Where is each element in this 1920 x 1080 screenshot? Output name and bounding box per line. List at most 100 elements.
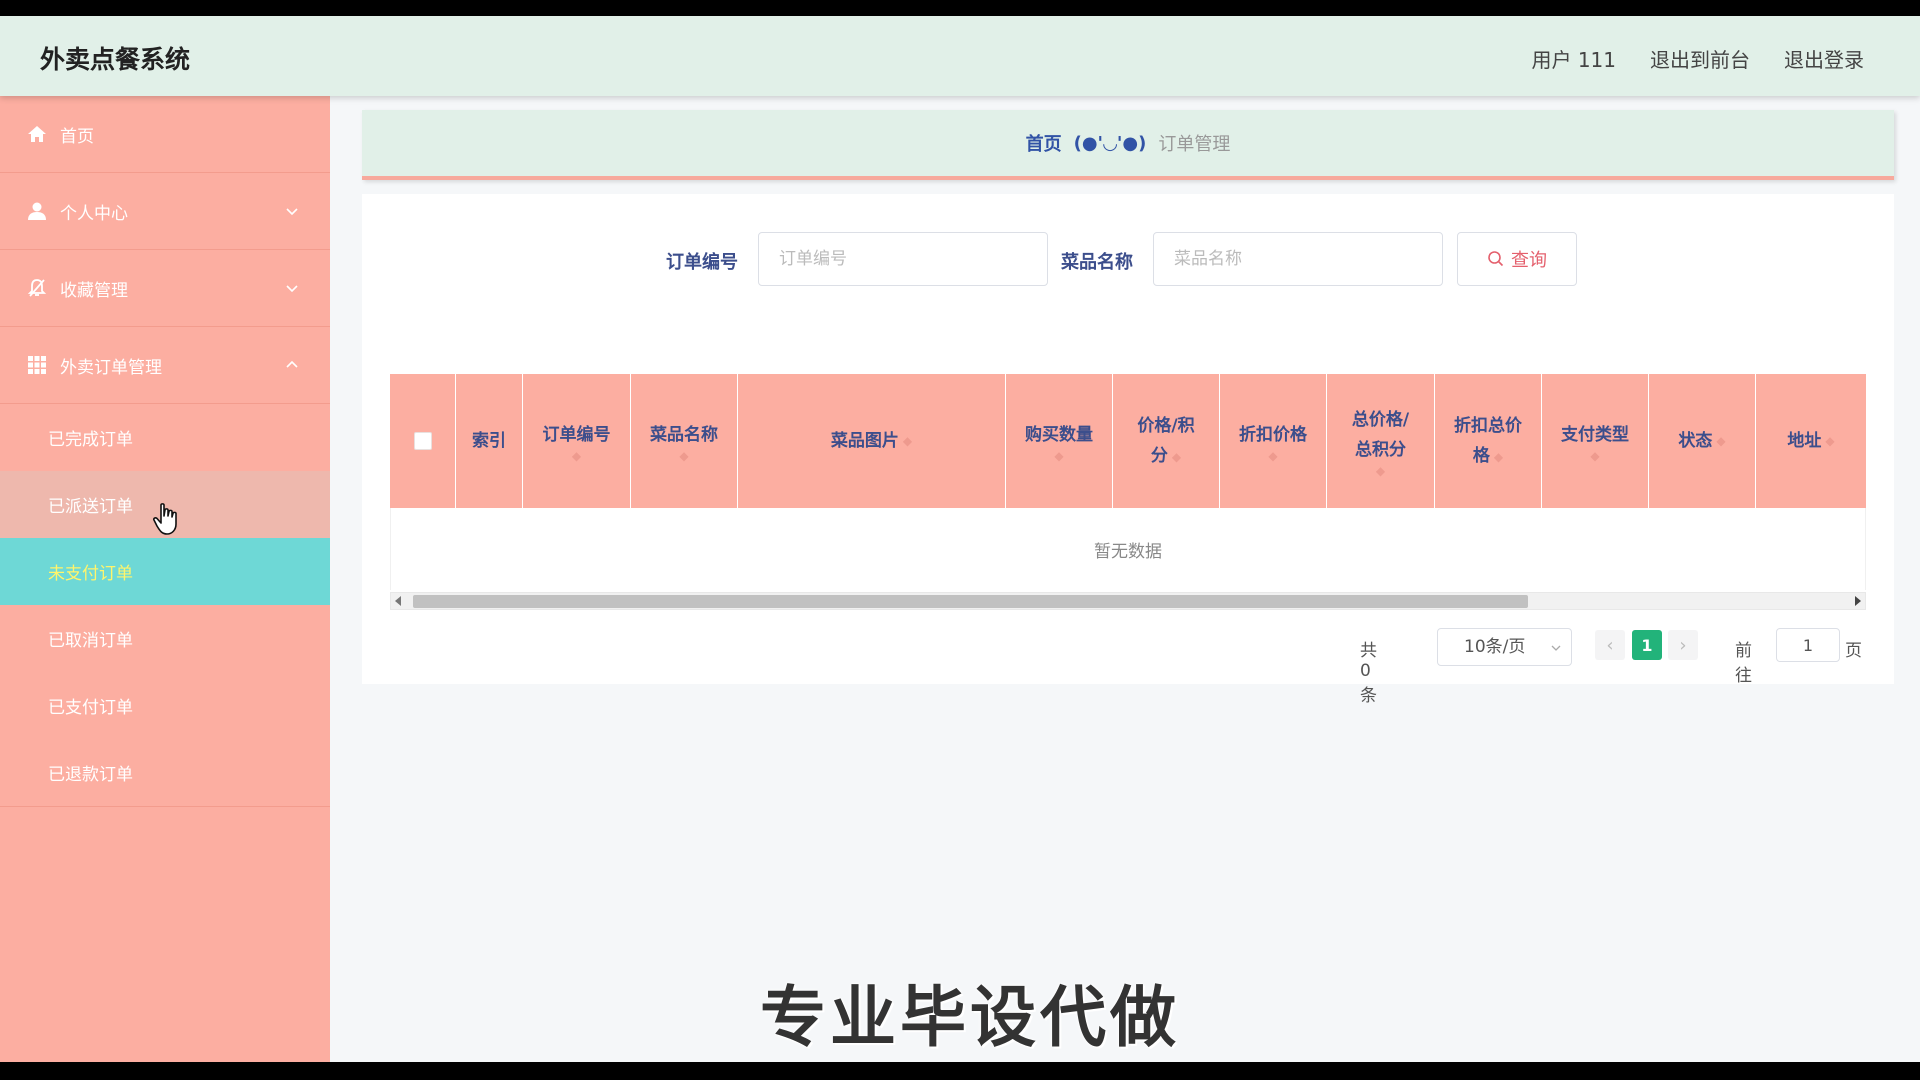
col-label: 价格/积 [1137,415,1195,436]
submenu-divider [0,806,330,807]
submenu-label: 已完成订单 [48,430,133,450]
sort-icon[interactable]: ◆ [1716,426,1725,456]
col-label-line2: 总积分 [1355,440,1406,460]
col-label: 购买数量 [1025,425,1093,445]
watermark-text: 专业毕设代做 [760,979,1180,1056]
sidebar-item-label: 首页 [60,126,94,147]
col-label: 状态 [1678,431,1713,451]
submenu-paid-orders[interactable]: 已支付订单 [0,672,330,739]
col-order-no[interactable]: 订单编号 ◆ [523,374,631,508]
header-actions: 用户 111 退出到前台 退出登录 [1531,44,1864,73]
col-label: 支付类型 [1561,425,1629,445]
sort-icon[interactable]: ◆ [1054,450,1063,462]
select-all-cell [390,374,456,508]
col-discount-price[interactable]: 折扣价格 ◆ [1220,374,1327,508]
user-label: 用户 111 [1531,48,1616,72]
col-price[interactable]: 价格/积分 ◆ [1113,374,1220,508]
breadcrumb: 首页 (●'◡'●) 订单管理 [362,110,1894,180]
home-icon [26,123,48,145]
order-no-label: 订单编号 [666,252,738,273]
next-page-button[interactable]: › [1668,630,1698,660]
submenu-label: 已派送订单 [48,497,133,517]
pagination-total: 共 0 条 [1360,641,1377,706]
col-label-line2: 格 [1472,445,1490,466]
chevron-up-icon [286,360,298,368]
table-header: 索引 订单编号 ◆ 菜品名称 ◆ 菜品图片 ◆ 购买数量 ◆ 价格/积分 ◆ 折扣价格 ◆ … [390,374,1866,508]
scroll-right-arrow-icon[interactable] [1855,596,1861,606]
col-quantity[interactable]: 购买数量 ◆ [1006,374,1113,508]
select-all-checkbox[interactable] [413,432,432,450]
sidebar-item-label: 收藏管理 [60,280,128,301]
col-label: 折扣总价 [1454,415,1522,436]
chevron-down-icon [286,285,298,293]
submenu-cancelled-orders[interactable]: 已取消订单 [0,605,330,672]
col-label: 菜品名称 [650,425,718,445]
order-content-card: 订单编号 菜品名称 查询 索引 订单编号◆ 菜品名称◆ 菜品图片◆ 购买数量◆ … [362,194,1894,706]
breadcrumb-separator: (●'◡'●) [1073,132,1147,154]
sort-icon[interactable]: ◆ [1590,450,1599,462]
prev-page-button[interactable]: ‹ [1595,630,1625,660]
submenu-refunded-orders[interactable]: 已退款订单 [0,739,330,806]
dish-name-label: 菜品名称 [1061,252,1133,273]
sort-icon[interactable]: ◆ [1494,450,1503,464]
col-index: 索引 [456,374,523,508]
goto-page-input[interactable] [1776,628,1840,662]
col-dish-name[interactable]: 菜品名称 ◆ [631,374,738,508]
logout-link[interactable]: 退出登录 [1784,44,1864,73]
breadcrumb-home[interactable]: 首页 [1026,130,1062,156]
query-button-label: 查询 [1511,250,1547,271]
sidebar-item-home[interactable]: 首页 [0,96,330,173]
query-button[interactable]: 查询 [1457,232,1577,286]
col-label: 地址 [1787,431,1822,451]
col-pay-type[interactable]: 支付类型 ◆ [1542,374,1649,508]
table-empty-state: 暂无数据 [390,508,1866,590]
col-total-price[interactable]: 总价格/总积分 ◆ [1327,374,1435,508]
page-size-select[interactable]: 10条/页 [1437,628,1572,666]
horizontal-scrollbar[interactable] [390,592,1866,610]
search-form: 订单编号 菜品名称 查询 [362,232,1894,286]
sort-icon[interactable]: ◆ [572,450,581,462]
exit-to-frontend-link[interactable]: 退出到前台 [1650,44,1750,73]
col-address[interactable]: 地址 ◆ [1756,374,1866,508]
sort-icon[interactable]: ◆ [1376,465,1385,477]
submenu-unpaid-orders[interactable]: 未支付订单 [0,538,330,605]
sort-icon[interactable]: ◆ [1172,450,1181,464]
submenu-completed-orders[interactable]: 已完成订单 [0,404,330,471]
top-header: 外卖点餐系统 用户 111 退出到前台 退出登录 [0,16,1920,96]
page-number-current[interactable]: 1 [1632,630,1662,660]
dish-name-input[interactable] [1153,232,1443,286]
col-label: 菜品图片 [830,431,899,451]
col-label: 订单编号 [542,425,611,445]
goto-unit: 页 [1845,641,1862,661]
app-title: 外卖点餐系统 [40,45,191,74]
col-label-line2: 分 [1150,445,1168,466]
col-status[interactable]: 状态 ◆ [1649,374,1756,508]
sidebar-item-favorites[interactable]: 收藏管理 [0,250,330,327]
col-discount-total[interactable]: 折扣总价格 ◆ [1435,374,1542,508]
sort-icon[interactable]: ◆ [1268,450,1277,462]
sidebar-item-personal-center[interactable]: 个人中心 [0,173,330,250]
col-dish-image[interactable]: 菜品图片 ◆ [738,374,1006,508]
sort-icon[interactable]: ◆ [1825,426,1834,456]
sidebar-item-order-management[interactable]: 外卖订单管理 [0,327,330,404]
chevron-down-icon [286,208,298,216]
user-icon [26,200,48,222]
col-index-label: 索引 [472,431,506,451]
hand-cursor-icon [152,503,177,535]
sort-icon[interactable]: ◆ [679,450,688,462]
sidebar-item-label: 个人中心 [60,203,128,224]
col-label: 折扣价格 [1239,425,1307,445]
chevron-down-icon [1551,645,1561,651]
orders-table: 索引 订单编号 ◆ 菜品名称 ◆ 菜品图片 ◆ 购买数量 ◆ 价格/积分 ◆ 折扣价格 ◆ … [390,374,1866,610]
scroll-thumb[interactable] [413,595,1528,608]
submenu-label: 已退款订单 [48,765,133,785]
order-no-input[interactable] [758,232,1048,286]
search-icon [1488,251,1504,267]
submenu-label: 未支付订单 [48,564,133,584]
bell-off-icon [26,277,48,299]
scroll-left-arrow-icon[interactable] [395,596,401,606]
goto-label: 前往 [1735,641,1752,686]
breadcrumb-current: 订单管理 [1158,134,1231,155]
app-frame: 外卖点餐系统 用户 111 退出到前台 退出登录 首页 个人中心 收藏管理 外卖… [0,16,1920,1062]
sort-icon[interactable]: ◆ [903,426,912,456]
